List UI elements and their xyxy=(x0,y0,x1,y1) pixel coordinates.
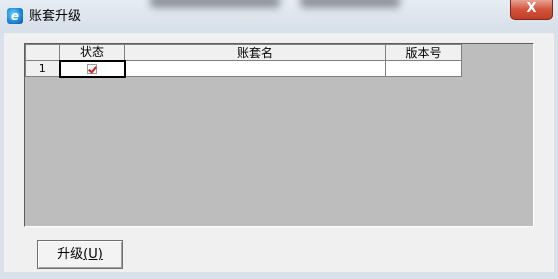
status-cell[interactable] xyxy=(58,59,126,78)
upgrade-button[interactable]: 升级(U) xyxy=(37,240,123,269)
table-row[interactable]: 1 xyxy=(25,59,462,78)
grid-table: 状态 账套名 版本号 1 xyxy=(25,44,462,78)
window-title: 账套升级 xyxy=(29,9,82,24)
window-frame-left xyxy=(0,33,4,279)
column-header-name[interactable]: 账套名 xyxy=(124,44,386,61)
version-cell[interactable] xyxy=(385,60,462,77)
column-header-rownum[interactable] xyxy=(25,44,60,61)
upgrade-button-label: 升级 xyxy=(57,247,84,262)
title-bar: e 账套升级 X xyxy=(0,0,558,33)
window-frame-right[interactable] xyxy=(554,33,558,279)
app-icon: e xyxy=(7,8,23,24)
account-name-cell[interactable] xyxy=(124,60,386,77)
data-grid[interactable]: 状态 账套名 版本号 1 xyxy=(24,43,534,227)
close-button[interactable]: X xyxy=(510,0,553,20)
background-blur xyxy=(300,0,400,8)
column-header-version[interactable]: 版本号 xyxy=(385,44,462,61)
window-frame-bottom[interactable] xyxy=(0,272,558,279)
upgrade-button-accelerator: (U) xyxy=(83,247,103,262)
row-number[interactable]: 1 xyxy=(25,60,60,77)
column-header-status[interactable]: 状态 xyxy=(59,44,125,61)
checkbox-checked-icon[interactable] xyxy=(86,63,97,74)
grid-header-row: 状态 账套名 版本号 xyxy=(25,44,462,61)
background-blur xyxy=(150,0,280,8)
